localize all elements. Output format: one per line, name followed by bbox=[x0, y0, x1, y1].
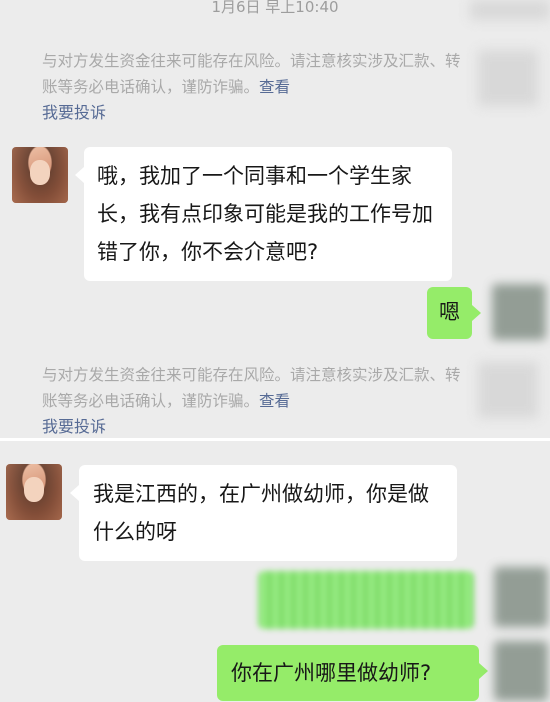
own-avatar-blurred[interactable] bbox=[492, 284, 546, 340]
own-avatar-blurred[interactable] bbox=[494, 641, 548, 701]
avatar-face bbox=[29, 160, 51, 186]
incoming-message-bubble[interactable]: 哦，我加了一个同事和一个学生家长，我有点印象可能是我的工作号加错了你，你不会介意… bbox=[75, 147, 452, 281]
risk-warning-text: 与对方发生资金往来可能存在风险。请注意核实涉及汇款、转账等务必电话确认，谨防诈骗… bbox=[42, 366, 461, 410]
risk-warning-text: 与对方发生资金往来可能存在风险。请注意核实涉及汇款、转账等务必电话确认，谨防诈骗… bbox=[42, 52, 461, 96]
blurred-corner bbox=[470, 0, 550, 20]
contact-avatar[interactable] bbox=[12, 147, 68, 203]
contact-avatar[interactable] bbox=[6, 464, 62, 520]
incoming-message-bubble[interactable]: 我是江西的，在广州做幼师，你是做什么的呀 bbox=[70, 465, 457, 561]
own-avatar-blurred[interactable] bbox=[494, 567, 548, 627]
view-details-link[interactable]: 查看 bbox=[259, 392, 290, 410]
blurred-edge bbox=[478, 362, 538, 418]
outgoing-message-bubble[interactable]: 嗯 bbox=[427, 287, 481, 339]
message-timestamp: 1月6日 早上10:40 bbox=[211, 0, 339, 16]
risk-warning-notice: 与对方发生资金往来可能存在风险。请注意核实涉及汇款、转账等务必电话确认，谨防诈骗… bbox=[42, 48, 474, 126]
outgoing-message-bubble[interactable]: 你在广州哪里做幼师? bbox=[217, 645, 488, 701]
blurred-edge bbox=[478, 50, 538, 106]
complain-link[interactable]: 我要投诉 bbox=[42, 417, 106, 436]
chat-screenshot-top: 1月6日 早上10:40 与对方发生资金往来可能存在风险。请注意核实涉及汇款、转… bbox=[0, 0, 550, 438]
complain-link[interactable]: 我要投诉 bbox=[42, 103, 106, 122]
view-details-link[interactable]: 查看 bbox=[259, 78, 290, 96]
chat-screenshot-bottom: 我是江西的，在广州做幼师，你是做什么的呀 你在广州哪里做幼师? bbox=[0, 441, 550, 702]
avatar-face bbox=[23, 477, 45, 503]
blurred-outgoing-message[interactable] bbox=[258, 571, 474, 629]
risk-warning-notice-repeat: 与对方发生资金往来可能存在风险。请注意核实涉及汇款、转账等务必电话确认，谨防诈骗… bbox=[42, 362, 474, 438]
